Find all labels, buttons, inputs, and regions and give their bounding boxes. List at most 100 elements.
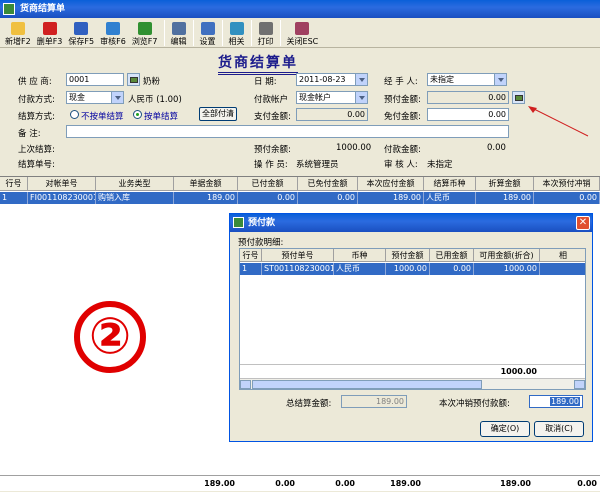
column-header[interactable]: 业务类型 <box>96 177 174 191</box>
column-header[interactable]: 已免付金额 <box>298 177 358 191</box>
footer-total-cell: 0.00 <box>275 479 295 488</box>
chevron-down-icon[interactable] <box>494 74 506 85</box>
radio-by-bill[interactable] <box>133 110 142 119</box>
pay-account-select[interactable]: 现金帐户 <box>296 91 368 104</box>
horizontal-scrollbar[interactable] <box>240 378 585 389</box>
lookup-icon <box>130 77 138 83</box>
offset-amount-field[interactable]: 189.00 <box>529 395 583 408</box>
toolbar-button-browse[interactable]: 浏览F7 <box>129 18 161 48</box>
toolbar-button-related[interactable]: 相关 <box>226 18 248 48</box>
settlement-form: 货商结算单 供 应 商: 0001 奶粉 日 期: 2011-08-23 经 手… <box>0 48 600 175</box>
toolbar-button-settings[interactable]: 设置 <box>197 18 219 48</box>
toolbar-separator <box>192 20 194 46</box>
column-header[interactable]: 行号 <box>0 177 28 191</box>
pay-amount-field: 0.00 <box>296 108 368 121</box>
table-cell: 1 <box>0 192 28 204</box>
scroll-right-icon[interactable] <box>574 380 585 389</box>
column-header[interactable]: 相 <box>540 249 585 262</box>
column-header[interactable]: 可用金额(折合) <box>474 249 540 262</box>
table-row[interactable]: 1 ST001108230001 人民币 1000.00 0.00 1000.00 <box>240 263 585 275</box>
dialog-subtitle: 预付款明细: <box>238 238 284 248</box>
toolbar-button-delete[interactable]: 删单F3 <box>34 18 66 48</box>
toolbar-button-new[interactable]: 新增F2 <box>2 18 34 48</box>
settle-option-2-label: 按单结算 <box>144 112 179 122</box>
column-header[interactable]: 单据金额 <box>174 177 238 191</box>
column-header[interactable]: 折算金额 <box>476 177 534 191</box>
table-cell: 人民币 <box>424 192 476 204</box>
dialog-title: 预付款 <box>248 218 276 228</box>
column-header[interactable]: 行号 <box>240 249 262 262</box>
footer-total-cell: 189.00 <box>204 479 235 488</box>
footer-total-cell <box>430 365 474 379</box>
print-icon <box>258 22 273 35</box>
currency-value: 人民币 (1.00) <box>128 95 182 105</box>
total-settle-field: 189.00 <box>341 395 407 408</box>
column-header[interactable]: 预付单号 <box>262 249 334 262</box>
last-settle-label: 上次结算: <box>18 145 55 155</box>
footer-total-cell: 0.00 <box>335 479 355 488</box>
toolbar-button-edit[interactable]: 编辑 <box>168 18 190 48</box>
column-header[interactable]: 本次应付金额 <box>358 177 424 191</box>
table-cell <box>540 263 585 275</box>
pay-method-label: 付款方式: <box>18 95 55 105</box>
column-header[interactable]: 本次预付冲销 <box>534 177 600 191</box>
table-cell: 189.00 <box>174 192 238 204</box>
table-cell: 189.00 <box>358 192 424 204</box>
close-icon[interactable]: ✕ <box>576 216 590 230</box>
cancel-button[interactable]: 取消(C) <box>534 421 584 437</box>
column-header[interactable]: 对帐单号 <box>28 177 96 191</box>
chevron-down-icon[interactable] <box>111 92 123 103</box>
settle-method-label: 结算方式: <box>18 112 55 122</box>
prepay-balance-value: 1000.00 <box>336 143 372 153</box>
table-cell: 1000.00 <box>474 263 540 275</box>
table-cell: 189.00 <box>476 192 534 204</box>
scroll-left-icon[interactable] <box>240 380 251 389</box>
payable-label: 付款金额: <box>384 145 421 155</box>
column-header[interactable]: 结算币种 <box>424 177 476 191</box>
footer-total-cell <box>0 476 28 492</box>
toolbar-button-label: 审核F6 <box>100 37 126 46</box>
handler-field[interactable]: 未指定 <box>427 73 507 86</box>
toolbar-button-close-door[interactable]: 关闭ESC <box>284 18 322 48</box>
toolbar-separator <box>163 20 165 46</box>
operator-value: 系统管理员 <box>296 160 339 170</box>
red-arrow-annotation <box>528 106 589 137</box>
toolbar-button-save[interactable]: 保存F5 <box>65 18 97 48</box>
table-cell: 购销入库 <box>96 192 174 204</box>
toolbar-button-label: 保存F5 <box>68 37 95 46</box>
supplier-lookup-button[interactable] <box>127 73 140 86</box>
radio-not-by-bill[interactable] <box>70 110 79 119</box>
remark-field[interactable] <box>66 125 509 138</box>
prepay-dialog: 预付款 ✕ 预付款明细: 行号 预付单号 币种 预付金额 已用金额 可用金额(折合) 相 1… <box>229 213 593 442</box>
reviewer-label: 审 核 人: <box>384 160 418 170</box>
save-icon <box>74 22 89 35</box>
prepay-balance-label: 预付余额: <box>254 145 291 155</box>
prepay-detail-button[interactable] <box>512 91 525 104</box>
toolbar-button-label: 浏览F7 <box>131 37 158 46</box>
supplier-code-field[interactable]: 0001 <box>66 73 124 86</box>
pay-method-select[interactable]: 现金 <box>66 91 124 104</box>
column-header[interactable]: 币种 <box>334 249 386 262</box>
footer-total-cell <box>262 365 334 379</box>
chevron-down-icon[interactable] <box>355 74 367 85</box>
chevron-down-icon[interactable] <box>355 92 367 103</box>
prepay-amount-field: 0.00 <box>427 91 509 104</box>
toolbar-button-audit[interactable]: 审核F6 <box>97 18 129 48</box>
footer-total-cell: 0.00 <box>577 479 597 488</box>
column-header[interactable]: 已用金额 <box>430 249 474 262</box>
pay-all-button[interactable]: 全部付清 <box>199 107 237 121</box>
toolbar-button-print[interactable]: 打印 <box>255 18 277 48</box>
table-row[interactable]: 1 FI001108230001 购销入库 189.00 0.00 0.00 189.00 人… <box>0 192 600 204</box>
circled-number-annotation: ② <box>74 301 146 373</box>
ok-button[interactable]: 确定(O) <box>480 421 530 437</box>
waive-amount-field[interactable]: 0.00 <box>427 108 509 121</box>
toolbar-button-label: 删单F3 <box>36 37 63 46</box>
date-field[interactable]: 2011-08-23 <box>296 73 368 86</box>
column-header[interactable]: 已付金额 <box>238 177 298 191</box>
close-door-icon <box>295 22 310 35</box>
dialog-app-icon <box>233 217 244 228</box>
column-header[interactable]: 预付金额 <box>386 249 430 262</box>
footer-total-cell <box>540 365 585 379</box>
scroll-thumb[interactable] <box>252 380 482 389</box>
settle-option-1-label: 不按单结算 <box>81 112 124 122</box>
